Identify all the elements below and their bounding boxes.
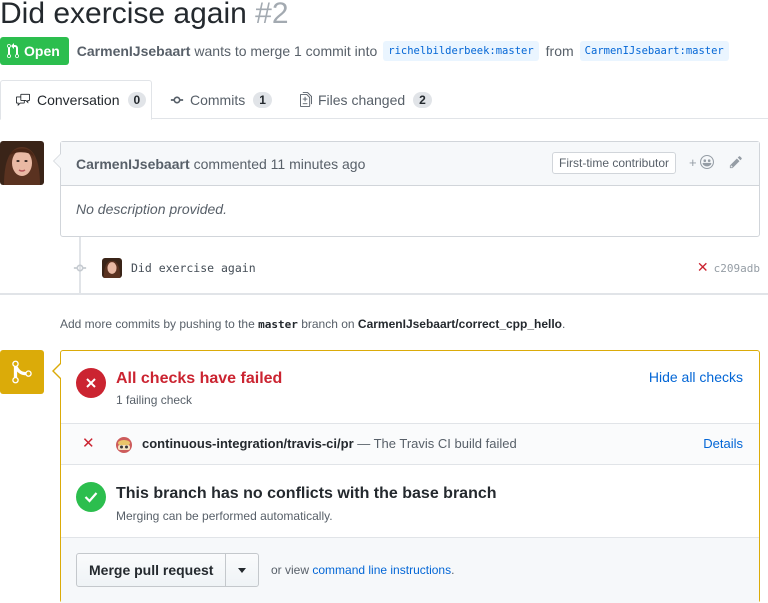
conflicts-section: This branch has no conflicts with the ba…: [61, 465, 759, 538]
timeline-divider: [0, 293, 768, 295]
commit-avatar[interactable]: [102, 258, 122, 278]
add-reaction-label: +: [689, 155, 697, 170]
hint-repo: CarmenIJsebaart/correct_cpp_hello: [357, 317, 563, 331]
diff-icon: [300, 92, 312, 107]
commit-sha-group: ✕ c209adb: [697, 260, 760, 276]
tab-files-changed[interactable]: Files changed 2: [300, 80, 432, 119]
author-link[interactable]: CarmenIJsebaart: [77, 43, 191, 59]
conflicts-subtitle: Merging can be performed automatically.: [116, 509, 333, 523]
or-view-label: or view: [271, 563, 310, 577]
hint-branch: master: [258, 318, 298, 331]
commit-message[interactable]: Did exercise again: [131, 261, 256, 275]
tab-conversation-count: 0: [127, 92, 147, 108]
comment-body: No description provided.: [76, 201, 227, 217]
git-merge-icon: [12, 360, 32, 384]
from-text: from: [545, 43, 574, 59]
conflicts-title: This branch has no conflicts with the ba…: [116, 485, 497, 502]
pr-number: #2: [255, 0, 289, 30]
pr-tabs: Conversation 0 Commits 1 Files changed 2: [0, 80, 768, 120]
contributor-badge: First-time contributor: [552, 152, 677, 174]
command-line-link[interactable]: command line instructions: [312, 563, 451, 577]
commit-failed-icon[interactable]: ✕: [697, 260, 709, 276]
check-icon: [76, 482, 106, 512]
commit-row: Did exercise again ✕ c209adb: [102, 257, 760, 279]
merge-options-dropdown[interactable]: [226, 554, 258, 586]
hide-checks-link[interactable]: Hide all checks: [649, 369, 743, 385]
check-name: continuous-integration/travis-ci/pr — Th…: [142, 436, 517, 451]
hint-middle: branch on: [301, 317, 355, 331]
comment-action[interactable]: commented 11 minutes ago: [194, 156, 366, 172]
comment-box: CarmenIJsebaart commented 11 minutes ago…: [53, 141, 760, 237]
pr-title-text: Did exercise again: [0, 0, 247, 30]
pr-title: Did exercise again #2: [0, 0, 289, 34]
git-commit-icon: [170, 96, 184, 103]
tab-commits[interactable]: Commits 1: [170, 80, 272, 119]
tab-conversation[interactable]: Conversation 0: [0, 80, 152, 120]
pencil-icon: [729, 156, 742, 169]
git-pull-request-icon: [7, 43, 19, 59]
check-details-link[interactable]: Details: [703, 436, 743, 451]
avatar[interactable]: [0, 141, 44, 185]
check-name-text: continuous-integration/travis-ci/pr: [142, 436, 354, 451]
git-commit-icon: [72, 261, 88, 278]
add-reaction-button[interactable]: +: [689, 155, 715, 170]
tab-files-count: 2: [413, 91, 432, 108]
smiley-icon: [700, 155, 715, 169]
head-ref[interactable]: CarmenIJsebaart:master: [579, 41, 729, 61]
base-ref[interactable]: richelbilderbeek:master: [383, 41, 539, 61]
checks-summary: All checks have failed 1 failing check H…: [61, 351, 759, 424]
push-hint: Add more commits by pushing to the maste…: [60, 317, 565, 331]
comment-discussion-icon: [16, 93, 30, 107]
checks-failed-icon: [76, 368, 106, 398]
comment-author[interactable]: CarmenIJsebaart: [76, 156, 190, 172]
state-label: Open: [24, 43, 60, 59]
tab-commits-count: 1: [253, 91, 272, 108]
merge-box: All checks have failed 1 failing check H…: [52, 350, 760, 603]
tab-commits-label: Commits: [190, 91, 246, 108]
check-description: — The Travis CI build failed: [353, 436, 517, 451]
pr-meta: Open CarmenIJsebaart wants to merge 1 co…: [0, 37, 729, 65]
tab-files-label: Files changed: [318, 91, 406, 108]
hint-suffix: .: [562, 317, 566, 331]
checks-subtitle: 1 failing check: [116, 393, 193, 407]
edit-comment-button[interactable]: [729, 155, 743, 172]
or-view-period: .: [451, 563, 455, 577]
merge-status-icon: [0, 350, 44, 394]
or-view-text: or view command line instructions.: [271, 563, 454, 577]
state-badge: Open: [0, 37, 69, 65]
tab-conversation-label: Conversation: [37, 92, 120, 108]
merge-pull-request-button[interactable]: Merge pull request: [77, 554, 227, 586]
checks-title: All checks have failed: [116, 370, 283, 387]
merge-button-group: Merge pull request: [76, 553, 260, 587]
hint-prefix: Add more commits by pushing to the: [60, 317, 255, 331]
merge-actions: Merge pull request or view command line …: [61, 538, 759, 603]
chevron-down-icon: [238, 567, 247, 573]
commit-sha[interactable]: c209adb: [714, 262, 760, 275]
merge-text: wants to merge 1 commit into: [194, 43, 378, 59]
travis-ci-icon: [115, 436, 133, 454]
check-failed-icon: ✕: [82, 434, 95, 452]
check-item: ✕ continuous-integration/travis-ci/pr — …: [61, 424, 759, 465]
